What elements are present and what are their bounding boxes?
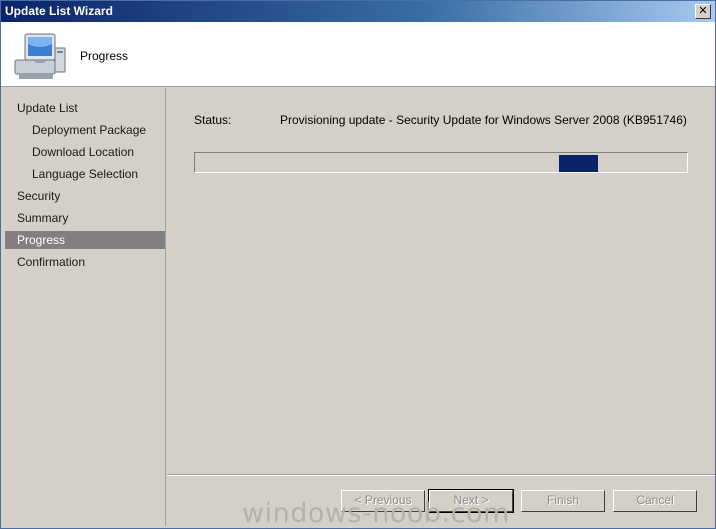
sidebar-item-download-location[interactable]: Download Location bbox=[5, 143, 165, 161]
footer-divider bbox=[167, 474, 715, 476]
window-title: Update List Wizard bbox=[5, 4, 113, 18]
progress-bar-chunk bbox=[559, 155, 598, 172]
progress-panel: Status: Provisioning update - Security U… bbox=[167, 88, 715, 474]
sidebar-item-summary[interactable]: Summary bbox=[5, 209, 165, 227]
computer-icon bbox=[14, 33, 66, 79]
sidebar-item-confirmation[interactable]: Confirmation bbox=[5, 253, 165, 271]
wizard-header: Progress bbox=[1, 22, 715, 87]
cancel-button[interactable]: Cancel bbox=[613, 490, 697, 512]
wizard-window: Update List Wizard ✕ Progress Update Lis… bbox=[0, 0, 716, 529]
sidebar-item-update-list[interactable]: Update List bbox=[5, 99, 165, 117]
close-icon: ✕ bbox=[698, 4, 708, 17]
title-bar[interactable]: Update List Wizard ✕ bbox=[1, 1, 715, 22]
page-title: Progress bbox=[80, 49, 129, 63]
status-text: Provisioning update - Security Update fo… bbox=[280, 113, 687, 127]
sidebar-item-deployment-package[interactable]: Deployment Package bbox=[5, 121, 165, 139]
sidebar-item-language-selection[interactable]: Language Selection bbox=[5, 165, 165, 183]
watermark: windows-noob.com bbox=[242, 498, 510, 529]
close-button[interactable]: ✕ bbox=[695, 4, 711, 19]
wizard-steps-sidebar: Update List Deployment Package Download … bbox=[5, 88, 166, 526]
finish-button[interactable]: Finish bbox=[521, 490, 605, 512]
status-label: Status: bbox=[194, 113, 232, 127]
sidebar-item-security[interactable]: Security bbox=[5, 187, 165, 205]
sidebar-item-progress[interactable]: Progress bbox=[5, 231, 165, 249]
progress-bar bbox=[194, 152, 688, 173]
